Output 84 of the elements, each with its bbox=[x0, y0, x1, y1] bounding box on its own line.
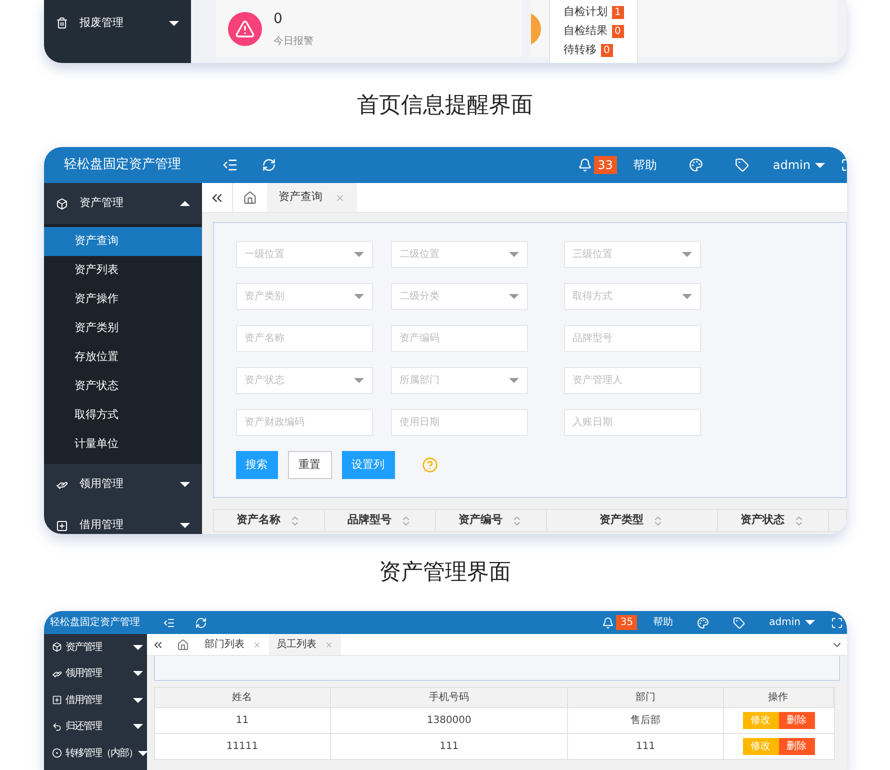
tag-icon[interactable] bbox=[733, 616, 746, 628]
table-cell: 111 bbox=[330, 734, 568, 759]
dropdown-item[interactable]: 自检结果 0 bbox=[564, 24, 636, 40]
home-icon[interactable] bbox=[242, 190, 256, 204]
column-header: 部门 bbox=[568, 688, 724, 707]
caret-icon bbox=[180, 523, 190, 528]
hand-icon bbox=[52, 668, 62, 679]
help-link[interactable]: 帮助 bbox=[632, 156, 657, 174]
sidebar-item[interactable]: 资产类别 bbox=[44, 314, 202, 343]
caret-icon bbox=[354, 378, 364, 383]
caret-icon bbox=[508, 378, 518, 383]
alert-label: 今日报警 bbox=[274, 34, 314, 48]
table-cell: 11 bbox=[154, 708, 331, 733]
caret-icon bbox=[354, 252, 364, 257]
sidebar-group[interactable]: 领用管理 bbox=[44, 464, 202, 505]
palette-icon[interactable] bbox=[688, 158, 703, 172]
home-icon[interactable] bbox=[176, 638, 188, 650]
caret-icon bbox=[180, 201, 190, 206]
sidebar-group[interactable]: 资产管理 bbox=[44, 183, 202, 224]
caret-icon bbox=[814, 162, 824, 168]
column-header: 操作 bbox=[724, 688, 834, 707]
fullscreen-icon[interactable] bbox=[830, 616, 842, 628]
reset-button[interactable]: 重置 bbox=[288, 451, 332, 479]
count-badge: 1 bbox=[612, 6, 624, 19]
caret-icon bbox=[682, 252, 692, 257]
table-cell: 11111 bbox=[154, 734, 331, 759]
tag-icon[interactable] bbox=[734, 158, 749, 172]
caret-icon bbox=[168, 20, 178, 26]
app-title: 轻松盘固定资产管理 bbox=[63, 156, 182, 174]
caret-icon bbox=[180, 482, 190, 487]
alert-count: 0 bbox=[274, 10, 284, 28]
column-header[interactable]: 品牌型号 bbox=[324, 510, 436, 531]
refresh-icon[interactable] bbox=[194, 616, 206, 628]
column-header: 手机号码 bbox=[330, 688, 568, 707]
caret-icon bbox=[354, 294, 364, 299]
notification-icon[interactable] bbox=[602, 616, 614, 628]
table-cell: 售后部 bbox=[568, 708, 724, 733]
sidebar-item[interactable]: 资产状态 bbox=[44, 372, 202, 401]
count-badge: 0 bbox=[600, 44, 613, 57]
notification-badge: 35 bbox=[616, 615, 638, 630]
column-header[interactable]: 资产类型 bbox=[546, 510, 718, 531]
caret-icon bbox=[508, 294, 518, 299]
palette-icon[interactable] bbox=[697, 616, 710, 628]
trash-icon bbox=[56, 17, 68, 29]
table-cell: 1380000 bbox=[330, 708, 568, 733]
help-link[interactable]: 帮助 bbox=[653, 615, 674, 630]
dropdown-item[interactable]: 自检计划 1 bbox=[564, 4, 636, 20]
column-header[interactable]: 资产名称 bbox=[214, 510, 324, 531]
sidebar-item[interactable]: 资产操作 bbox=[44, 285, 202, 314]
circle-dot-icon bbox=[52, 748, 62, 758]
user-menu[interactable]: admin bbox=[772, 156, 824, 174]
menu-icon[interactable] bbox=[162, 616, 174, 628]
sidebar-item[interactable]: 资产查询 bbox=[44, 227, 202, 256]
notification-icon[interactable] bbox=[578, 158, 592, 172]
square-plus-icon bbox=[56, 520, 68, 532]
square-plus-icon bbox=[52, 695, 62, 706]
undo-icon bbox=[52, 722, 62, 732]
sidebar-item[interactable]: 资产列表 bbox=[44, 256, 202, 285]
sidebar-group[interactable]: 报废管理 bbox=[44, 10, 190, 36]
column-header[interactable]: 资产编号 bbox=[436, 510, 546, 531]
caret-icon bbox=[804, 620, 814, 625]
cube-icon bbox=[56, 198, 68, 210]
column-header: 姓名 bbox=[154, 688, 331, 707]
notification-badge: 33 bbox=[594, 156, 617, 174]
app-title: 轻松盘固定资产管理 bbox=[49, 616, 141, 630]
cube-icon bbox=[52, 642, 62, 652]
column-header[interactable]: 资产状态 bbox=[718, 510, 828, 531]
sidebar-item[interactable]: 取得方式 bbox=[44, 401, 202, 430]
warning-icon bbox=[234, 18, 254, 38]
sidebar-item[interactable]: 存放位置 bbox=[44, 343, 202, 372]
sidebar-group[interactable]: 借用管理 bbox=[44, 505, 202, 534]
section-caption: 资产管理界面 bbox=[379, 559, 511, 587]
caret-icon bbox=[682, 294, 692, 299]
user-menu[interactable]: admin bbox=[769, 615, 814, 630]
count-badge: 0 bbox=[612, 25, 624, 38]
menu-icon[interactable] bbox=[222, 157, 238, 173]
sidebar-item[interactable]: 计量单位 bbox=[44, 430, 202, 459]
caret-icon bbox=[508, 252, 518, 257]
section-caption: 首页信息提醒界面 bbox=[357, 92, 533, 120]
page-tab[interactable]: 员工列表 bbox=[268, 634, 340, 655]
dropdown-item[interactable]: 待转移 0 bbox=[564, 42, 636, 58]
page-tab[interactable]: 资产查询 bbox=[266, 183, 356, 212]
table-cell: 111 bbox=[568, 734, 724, 759]
refresh-icon[interactable] bbox=[262, 158, 276, 172]
